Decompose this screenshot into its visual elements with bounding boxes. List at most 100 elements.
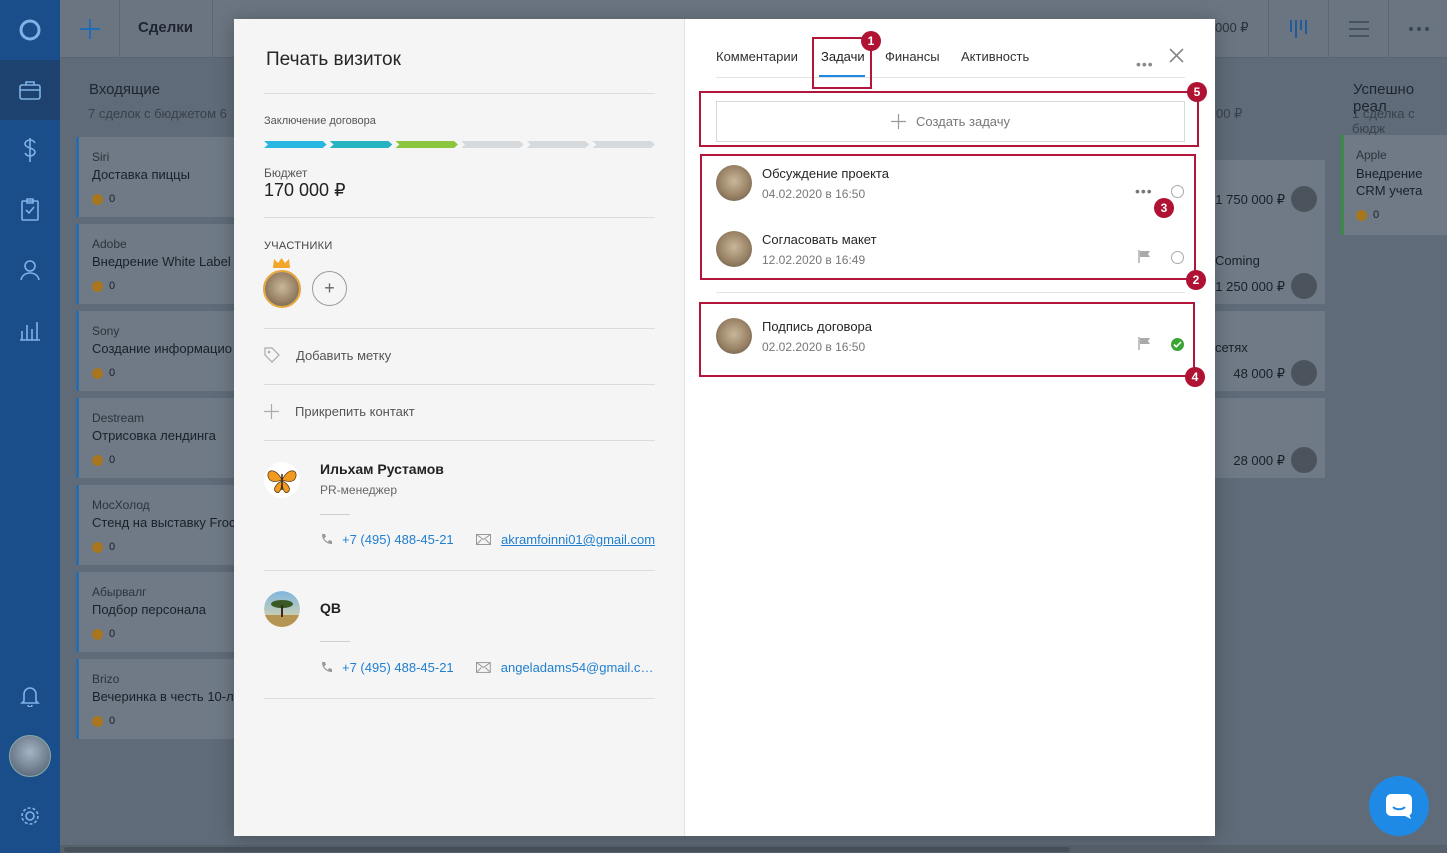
horizontal-scrollbar[interactable] [60, 845, 1447, 853]
add-participant-button[interactable]: + [312, 271, 347, 306]
card-count: 0 [92, 454, 115, 466]
contact-email[interactable]: akramfoinni01@gmail.com [476, 532, 656, 547]
deal-card[interactable]: 28 000 ₽ [1215, 398, 1325, 478]
add-tag-label: Добавить метку [296, 347, 392, 363]
avatar[interactable] [0, 726, 60, 786]
annotation-badge-2: 2 [1186, 270, 1206, 290]
stage-progress[interactable] [264, 141, 655, 148]
dollar-icon[interactable] [0, 120, 60, 180]
divider [264, 440, 655, 441]
card-count: 0 [92, 280, 115, 292]
deal-card[interactable]: Adobe Внедрение White Label 0 [76, 224, 246, 304]
contact-name[interactable]: Ильхам Рустамов [320, 461, 444, 477]
annotation-box-5 [699, 91, 1199, 147]
attach-contact-button[interactable]: Прикрепить контакт [264, 404, 415, 419]
list-view-icon[interactable] [1328, 0, 1388, 58]
stage-segment[interactable] [527, 141, 590, 148]
card-company: Apple [1356, 148, 1387, 162]
more-icon[interactable]: ••• [1136, 56, 1154, 72]
pipeline-view-icon[interactable] [1268, 0, 1328, 58]
bell-icon[interactable] [0, 666, 60, 726]
stage-segment[interactable] [330, 141, 393, 148]
card-count: 0 [92, 628, 115, 640]
card-name: Coming [1215, 253, 1260, 268]
card-company: Sony [92, 324, 120, 338]
annotation-box-2 [700, 154, 1196, 280]
deal-card[interactable]: Sony Создание информацио 0 [76, 311, 246, 391]
contact-avatar[interactable] [264, 462, 300, 498]
card-amount: 1 750 000 ₽ [1215, 192, 1285, 207]
card-company: Adobe [92, 237, 127, 251]
deal-card[interactable]: Siri Доставка пиццы 0 [76, 137, 246, 217]
card-company: Абырвалг [92, 585, 147, 599]
close-icon[interactable] [1169, 48, 1184, 63]
tag-icon [264, 347, 280, 363]
card-amount: 48 000 ₽ [1233, 366, 1285, 381]
briefcase-icon[interactable] [0, 60, 60, 120]
card-company: Brizo [92, 672, 120, 686]
card-count: 0 [92, 541, 115, 553]
stage-segment[interactable] [264, 141, 327, 148]
coin-icon [1356, 209, 1367, 221]
divider [264, 93, 655, 94]
contact-phone[interactable]: +7 (495) 488-45-21 [320, 532, 476, 547]
contact-avatar[interactable] [264, 591, 300, 627]
deal-card[interactable]: Абырвалг Подбор персонала 0 [76, 572, 246, 652]
coin-icon [92, 715, 103, 727]
card-count: 0 [92, 367, 115, 379]
stage-label: Заключение договора [264, 115, 376, 127]
budget-value[interactable]: 170 000 ₽ [264, 180, 346, 201]
logo-icon[interactable] [0, 0, 60, 60]
add-tag-button[interactable]: Добавить метку [264, 347, 391, 363]
avatar [1291, 447, 1317, 473]
contact-email[interactable]: angeladams54@gmail.com [476, 660, 656, 675]
sidebar [0, 0, 60, 853]
attach-contact-label: Прикрепить контакт [295, 404, 415, 419]
deal-card[interactable]: Apple Внедрение CRM учета 0 [1341, 135, 1447, 235]
gear-icon[interactable] [0, 786, 60, 846]
deal-details-panel: Печать визиток Заключение договора Бюдже… [234, 19, 685, 836]
deal-title[interactable]: Печать визиток [266, 49, 401, 71]
deal-card[interactable]: МосХолод Стенд на выставку Froс 0 [76, 485, 246, 565]
participants-label: УЧАСТНИКИ [264, 240, 333, 252]
card-name: Доставка пиццы [92, 167, 190, 182]
card-company: Siri [92, 150, 110, 164]
clipboard-icon[interactable] [0, 180, 60, 240]
contact-name[interactable]: QB [320, 600, 341, 616]
deal-card[interactable]: Brizo Вечеринка в честь 10-л 0 [76, 659, 246, 739]
card-name: Внедрение CRM учета [1356, 166, 1423, 198]
annotation-badge-4: 4 [1185, 367, 1205, 387]
stage-segment[interactable] [592, 141, 655, 148]
contact-phone[interactable]: +7 (495) 488-45-21 [320, 660, 476, 675]
card-amount: 28 000 ₽ [1233, 453, 1285, 468]
user-icon[interactable] [0, 240, 60, 300]
column-subtitle-success: 1 сделка с бюдж [1352, 106, 1415, 136]
avatar [1291, 360, 1317, 386]
annotation-badge-5: 5 [1187, 82, 1207, 102]
participant-avatar[interactable] [263, 270, 301, 308]
deal-modal: Печать визиток Заключение договора Бюдже… [234, 19, 1215, 836]
add-deal-button[interactable] [60, 0, 120, 58]
mail-icon [476, 662, 491, 673]
stage-segment[interactable] [461, 141, 524, 148]
deal-card[interactable]: сетях 48 000 ₽ [1215, 311, 1325, 391]
divider [264, 698, 655, 699]
divider [212, 0, 213, 58]
annotation-badge-3: 3 [1154, 198, 1174, 218]
total-amount: 000 ₽ [1215, 20, 1249, 35]
bar-chart-icon[interactable] [0, 300, 60, 360]
deal-card[interactable]: Destream Отрисовка лендинга 0 [76, 398, 246, 478]
tab-activity[interactable]: Активность [961, 49, 1029, 64]
deal-card[interactable]: Coming 1 250 000 ₽ [1215, 224, 1325, 304]
tab-comments[interactable]: Комментарии [716, 49, 798, 64]
tab-finance[interactable]: Финансы [885, 49, 940, 64]
stage-segment[interactable] [395, 141, 458, 148]
scrollbar-thumb[interactable] [64, 847, 1070, 852]
chat-icon [1386, 794, 1412, 819]
divider [716, 77, 1185, 78]
card-company: Destream [92, 411, 145, 425]
plus-icon [264, 404, 279, 419]
card-name: Подбор персонала [92, 602, 206, 617]
more-menu-icon[interactable] [1388, 0, 1447, 58]
chat-button[interactable] [1369, 776, 1429, 836]
